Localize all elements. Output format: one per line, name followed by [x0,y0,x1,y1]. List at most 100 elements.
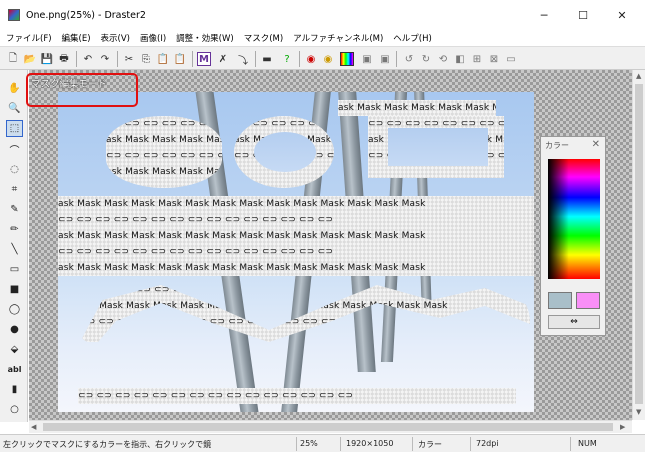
paste-icon[interactable]: 📋 [156,52,170,66]
maximize-icon: ☐ [578,8,588,22]
mask-m-icon[interactable]: M [197,52,211,66]
toolbar: 🗋 📂 💾 🖶 ↶ ↷ ✂ ⎘ 📋 📋 M ✗ ⤵ ▬ ? ◉ ◉ ▣ ▣ ↺ … [0,46,645,70]
menu-image[interactable]: 画像(I) [140,32,166,44]
eraser-icon[interactable]: ○ [6,401,23,418]
minimize-button[interactable]: ─ [527,0,561,30]
menu-mask[interactable]: マスク(M) [244,32,283,44]
rotate-right-icon[interactable]: ↻ [419,52,433,66]
primary-color-swatch[interactable] [548,292,572,309]
ellipse-icon[interactable]: ◯ [6,301,23,318]
rotate-icon[interactable]: ⟲ [436,52,450,66]
open-icon[interactable]: 📂 [23,52,37,66]
menu-alpha[interactable]: アルファチャンネル(M) [293,32,383,44]
status-separator [470,437,471,451]
image2-icon[interactable]: ▣ [378,52,392,66]
menu-file[interactable]: ファイル(F) [6,32,52,44]
title-bar: One.png(25%) - Draster2 ─ ☐ ✕ [0,0,645,30]
filled-rectangle-icon[interactable]: ■ [6,281,23,298]
status-bar: 左クリックでマスクにするカラーを指示、右クリックで鏡 25% 1920×1050… [0,434,645,452]
tool-palette: ✋ 🔍 ⬚ ⌒ ◌ ⌗ ✎ ✏ ╲ ▭ ■ ◯ ● ⬙ abl ▮ ○ [0,70,28,422]
horizontal-scrollbar[interactable]: ◀ ▶ [29,420,632,433]
filled-ellipse-icon[interactable]: ● [6,321,23,338]
mask-hole [388,128,488,166]
close-icon[interactable]: ✕ [592,139,600,150]
status-zoom: 25% [300,439,318,448]
brush-line-icon[interactable]: ⤵ [236,52,250,67]
status-color: カラー [418,440,442,449]
rotate-left-icon[interactable]: ↺ [402,52,416,66]
image-icon[interactable]: ▣ [360,52,374,66]
mask-band-bottom: ⊂⊃ ⊂⊃ ⊂⊃ ⊂⊃ ⊂⊃ ⊂⊃ ⊂⊃ ⊂⊃ ⊂⊃ ⊂⊃ ⊂⊃ ⊂⊃ ⊂⊃ ⊂… [78,388,516,404]
record-icon[interactable]: ◉ [304,52,318,66]
mask-tool-icon[interactable]: ✗ [216,52,230,66]
scroll-right-icon[interactable]: ▶ [620,423,625,431]
toolbar-separator [299,51,300,67]
scroll-up-icon[interactable]: ▲ [636,72,641,80]
new-icon[interactable]: 🗋 [6,52,20,66]
toolbar-separator [192,51,193,67]
text-icon[interactable]: abl [6,361,23,378]
undo-icon[interactable]: ↶ [81,52,95,66]
print-icon[interactable]: 🖶 [57,52,71,66]
app-icon [8,9,20,21]
color-spectrum[interactable] [548,159,600,279]
horizontal-scroll-thumb[interactable] [43,423,613,431]
save-icon[interactable]: 💾 [40,52,54,66]
maximize-button[interactable]: ☐ [566,0,600,30]
crop-icon[interactable]: ⊠ [487,52,501,66]
vertical-scroll-thumb[interactable] [635,84,643,404]
mask-icon-row: ⊂⊃ ⊂⊃ ⊂⊃ ⊂⊃ ⊂⊃ ⊂⊃ ⊂⊃ ⊂⊃ ⊂⊃ ⊂⊃ ⊂⊃ ⊂⊃ ⊂⊃ ⊂… [58,215,334,225]
mask-row: ask Mask Mask Mask Mask Mask Mask Mask M… [106,167,222,177]
window-title: One.png(25%) - Draster2 [26,9,146,21]
menu-bar: ファイル(F) 編集(E) 表示(V) 画像(I) 調整・効果(W) マスク(M… [0,30,645,45]
close-button[interactable]: ✕ [605,0,639,30]
paste-special-icon[interactable]: 📋 [173,52,187,66]
redo-icon[interactable]: ↷ [98,52,112,66]
line-width-icon[interactable]: ▬ [260,52,274,66]
resize-icon[interactable]: ⊞ [470,52,484,66]
menu-view[interactable]: 表示(V) [101,32,130,44]
zoom-icon[interactable]: 🔍 [6,100,23,117]
frame-icon[interactable]: ▭ [504,52,518,66]
eyedropper-icon[interactable]: ✎ [6,201,23,218]
menu-adjust[interactable]: 調整・効果(W) [176,32,234,44]
pencil-icon[interactable]: ✏ [6,221,23,238]
mask-row: ask Mask Mask Mask Mask Mask Mask Mask M… [338,103,496,113]
rectangle-icon[interactable]: ▭ [6,261,23,278]
secondary-color-swatch[interactable] [576,292,600,309]
flip-icon[interactable]: ◧ [453,52,467,66]
palette-icon[interactable] [340,52,354,66]
swap-colors-button[interactable]: ⇔ [548,315,600,329]
crop-tool-icon[interactable]: ⌗ [6,181,23,198]
color-panel-titlebar[interactable]: カラー ✕ [541,137,605,154]
record2-icon[interactable]: ◉ [321,52,335,66]
gradient-icon[interactable]: ▮ [6,381,23,398]
lasso-icon[interactable]: ⌒ [6,141,23,158]
hand-icon[interactable]: ✋ [6,80,23,97]
rect-select-icon[interactable]: ⬚ [6,120,23,137]
copy-icon[interactable]: ⎘ [139,52,153,66]
status-size: 1920×1050 [346,439,394,448]
mask-row: ask Mask Mask Mask Mask Mask Mask Mask M… [58,199,426,209]
mask-icon-row: ⊂⊃ ⊂⊃ ⊂⊃ ⊂⊃ ⊂⊃ ⊂⊃ ⊂⊃ ⊂⊃ ⊂⊃ ⊂⊃ ⊂⊃ ⊂⊃ ⊂⊃ ⊂… [58,247,334,257]
magic-lasso-icon[interactable]: ◌ [6,161,23,178]
color-panel: カラー ✕ ⇔ [540,136,606,336]
status-hint: 左クリックでマスクにするカラーを指示、右クリックで鏡 [3,440,212,449]
mask-ellipse: ⊂⊃ ⊂⊃ ⊂⊃ ⊂⊃ ⊂⊃ ⊂⊃ ⊂⊃ ⊂⊃ ⊂⊃ ⊂⊃ ⊂⊃ ⊂⊃ ⊂⊃ ⊂… [106,116,222,188]
scroll-down-icon[interactable]: ▼ [636,408,641,416]
swap-icon: ⇔ [570,317,578,327]
menu-edit[interactable]: 編集(E) [62,32,91,44]
toolbar-separator [396,51,397,67]
status-separator [570,437,571,451]
scroll-left-icon[interactable]: ◀ [31,423,36,431]
fill-icon[interactable]: ⬙ [6,341,23,358]
line-icon[interactable]: ╲ [6,241,23,258]
vertical-scrollbar[interactable]: ▲ ▼ [632,70,645,420]
menu-help[interactable]: ヘルプ(H) [393,32,432,44]
help-icon[interactable]: ? [280,52,294,66]
cut-icon[interactable]: ✂ [122,52,136,66]
status-separator [340,437,341,451]
image-canvas[interactable]: ask Mask Mask Mask Mask Mask Mask Mask M… [58,92,534,412]
mask-band-wide: ask Mask Mask Mask Mask Mask Mask Mask M… [58,196,534,276]
toolbar-separator [255,51,256,67]
